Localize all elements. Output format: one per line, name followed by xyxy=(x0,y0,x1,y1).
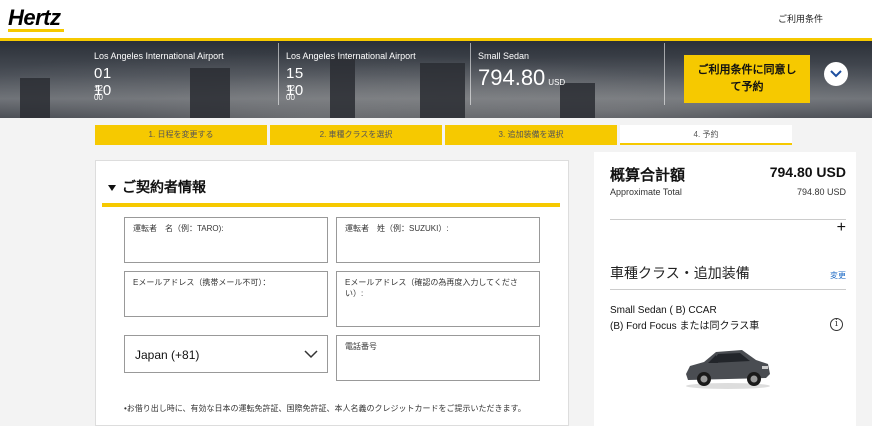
expand-details-button[interactable] xyxy=(824,62,848,86)
step-select-class[interactable]: 2. 車種クラスを選択 xyxy=(270,125,442,145)
logo-underline xyxy=(8,29,64,32)
top-bar: Hertz ご利用条件 xyxy=(0,0,872,38)
approx-total-label: Approximate Total xyxy=(610,187,682,197)
phone-placeholder: 電話番号 xyxy=(345,342,377,351)
step-select-extras[interactable]: 3. 追加装備を選択 xyxy=(445,125,617,145)
divider xyxy=(664,43,665,105)
expand-plus-icon[interactable]: + xyxy=(837,219,846,237)
chevron-down-icon xyxy=(830,70,842,78)
first-name-field[interactable]: 運転者 名（例：TARO): xyxy=(124,217,328,263)
divider xyxy=(470,43,471,105)
vehicle-extras-title: 車種クラス・追加装備 xyxy=(610,265,750,281)
chevron-down-icon xyxy=(304,350,318,359)
caret-down-icon xyxy=(108,185,116,192)
building-silhouette xyxy=(190,68,230,118)
building-silhouette xyxy=(20,78,50,118)
first-name-placeholder: 運転者 名（例：TARO): xyxy=(133,224,224,233)
info-icon[interactable] xyxy=(830,318,843,331)
email-placeholder: Eメールアドレス（携帯メール不可）： xyxy=(133,278,271,287)
building-silhouette xyxy=(560,83,595,118)
section-title[interactable]: ご契約者情報 xyxy=(108,177,206,197)
divider xyxy=(610,219,846,220)
agree-and-book-button[interactable]: ご利用条件に同意し て予約 xyxy=(684,55,810,103)
dropoff-time: 12 00 xyxy=(286,84,295,102)
country-code-select[interactable]: Japan (+81) xyxy=(124,335,328,373)
pickup-location: Los Angeles International Airport xyxy=(94,51,224,61)
building-silhouette xyxy=(420,63,465,118)
step-reserve: 4. 予約 xyxy=(620,125,792,145)
contractor-info-panel: ご契約者情報 運転者 名（例：TARO): 運転者 姓（例：SUZUKI）: E… xyxy=(95,160,569,426)
price-value: 794.80 xyxy=(478,65,546,90)
title-underline xyxy=(102,203,560,207)
email-confirm-field[interactable]: Eメールアドレス（確認の為再度入力してください）: xyxy=(336,271,540,327)
country-code-value: Japan (+81) xyxy=(135,348,200,362)
dropoff-location: Los Angeles International Airport xyxy=(286,51,416,61)
license-note: •お借り出し時に、有効な日本の運転免許証、国際免許証、本人名義のクレジットカード… xyxy=(124,404,526,413)
approx-total-value: 794.80 USD xyxy=(796,187,846,197)
price-summary-panel: 概算合計額 794.80 USD Approximate Total 794.8… xyxy=(594,152,856,426)
car-model: (B) Ford Focus または同クラス車 xyxy=(610,321,760,332)
divider xyxy=(610,289,846,290)
phone-field[interactable]: 電話番号 xyxy=(336,335,540,381)
last-name-field[interactable]: 運転者 姓（例：SUZUKI）: xyxy=(336,217,540,263)
price-currency: USD xyxy=(548,78,566,87)
step-change-dates[interactable]: 1. 日程を変更する xyxy=(95,125,267,145)
car-image xyxy=(686,350,770,389)
email-field[interactable]: Eメールアドレス（携帯メール不可）： xyxy=(124,271,328,317)
section-title-text: ご契約者情報 xyxy=(122,179,206,195)
vehicle-name: Small Sedan xyxy=(478,51,530,61)
hertz-logo[interactable]: Hertz xyxy=(8,5,61,31)
agree-button-line1: ご利用条件に同意し xyxy=(697,64,797,76)
email-confirm-placeholder: Eメールアドレス（確認の為再度入力してください）: xyxy=(345,278,518,298)
change-link[interactable]: 変更 xyxy=(830,270,846,281)
pickup-time: 12 00 xyxy=(94,84,103,102)
vehicle-price: 794.80 USD xyxy=(478,65,565,91)
last-name-placeholder: 運転者 姓（例：SUZUKI）: xyxy=(345,224,449,233)
agree-button-line2: て予約 xyxy=(730,81,764,93)
car-class: Small Sedan ( B) CCAR xyxy=(610,305,717,316)
summary-title: 概算合計額 xyxy=(610,167,686,184)
summary-total: 794.80 USD xyxy=(769,164,846,180)
terms-link[interactable]: ご利用条件 xyxy=(778,12,823,25)
building-silhouette xyxy=(330,56,355,118)
divider xyxy=(278,43,279,105)
trip-summary-banner: Los Angeles International Airport 01 10 … xyxy=(0,41,872,118)
